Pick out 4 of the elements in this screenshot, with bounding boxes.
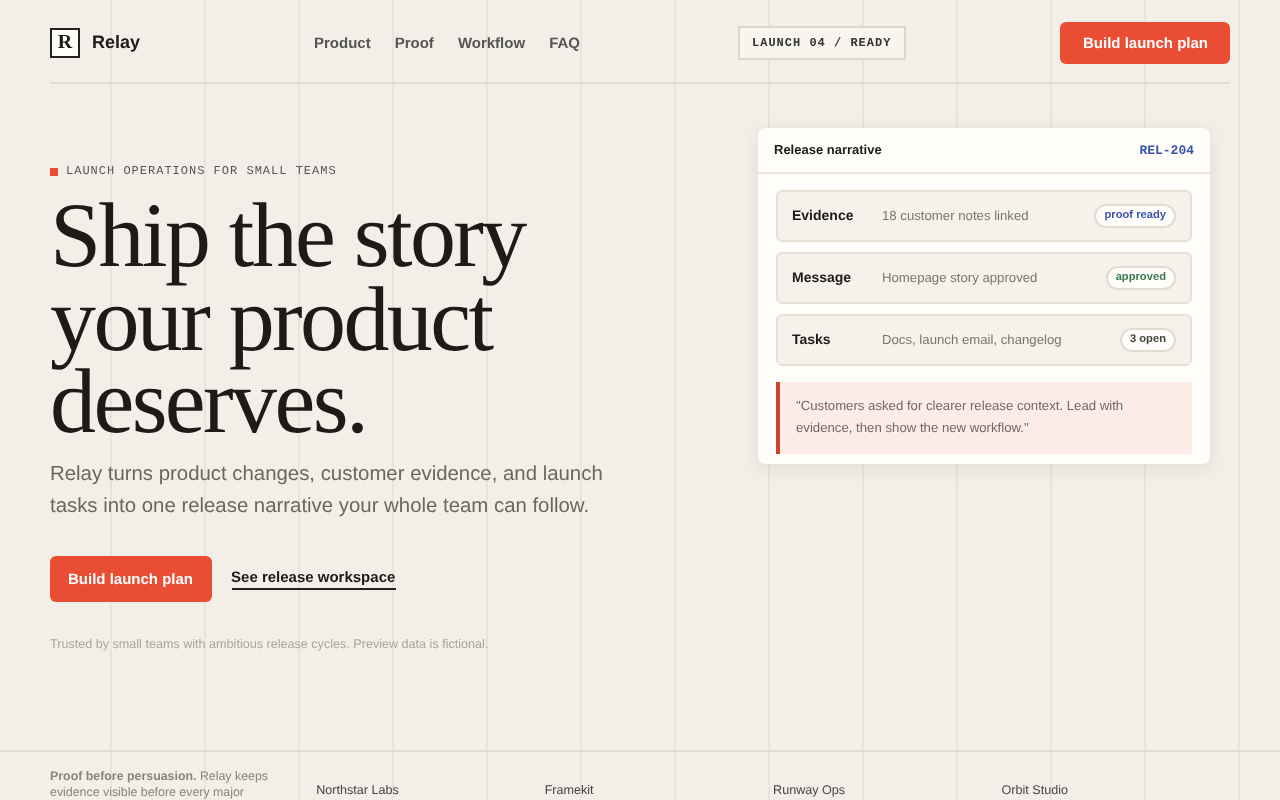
brand-name: Relay bbox=[92, 32, 141, 52]
logo-mark: R bbox=[50, 27, 80, 57]
intro-text: Relay turns product changes, customer evidence, and launch tasks into one release narrative your whole team can follow. bbox=[50, 462, 605, 522]
square-icon bbox=[50, 167, 58, 175]
